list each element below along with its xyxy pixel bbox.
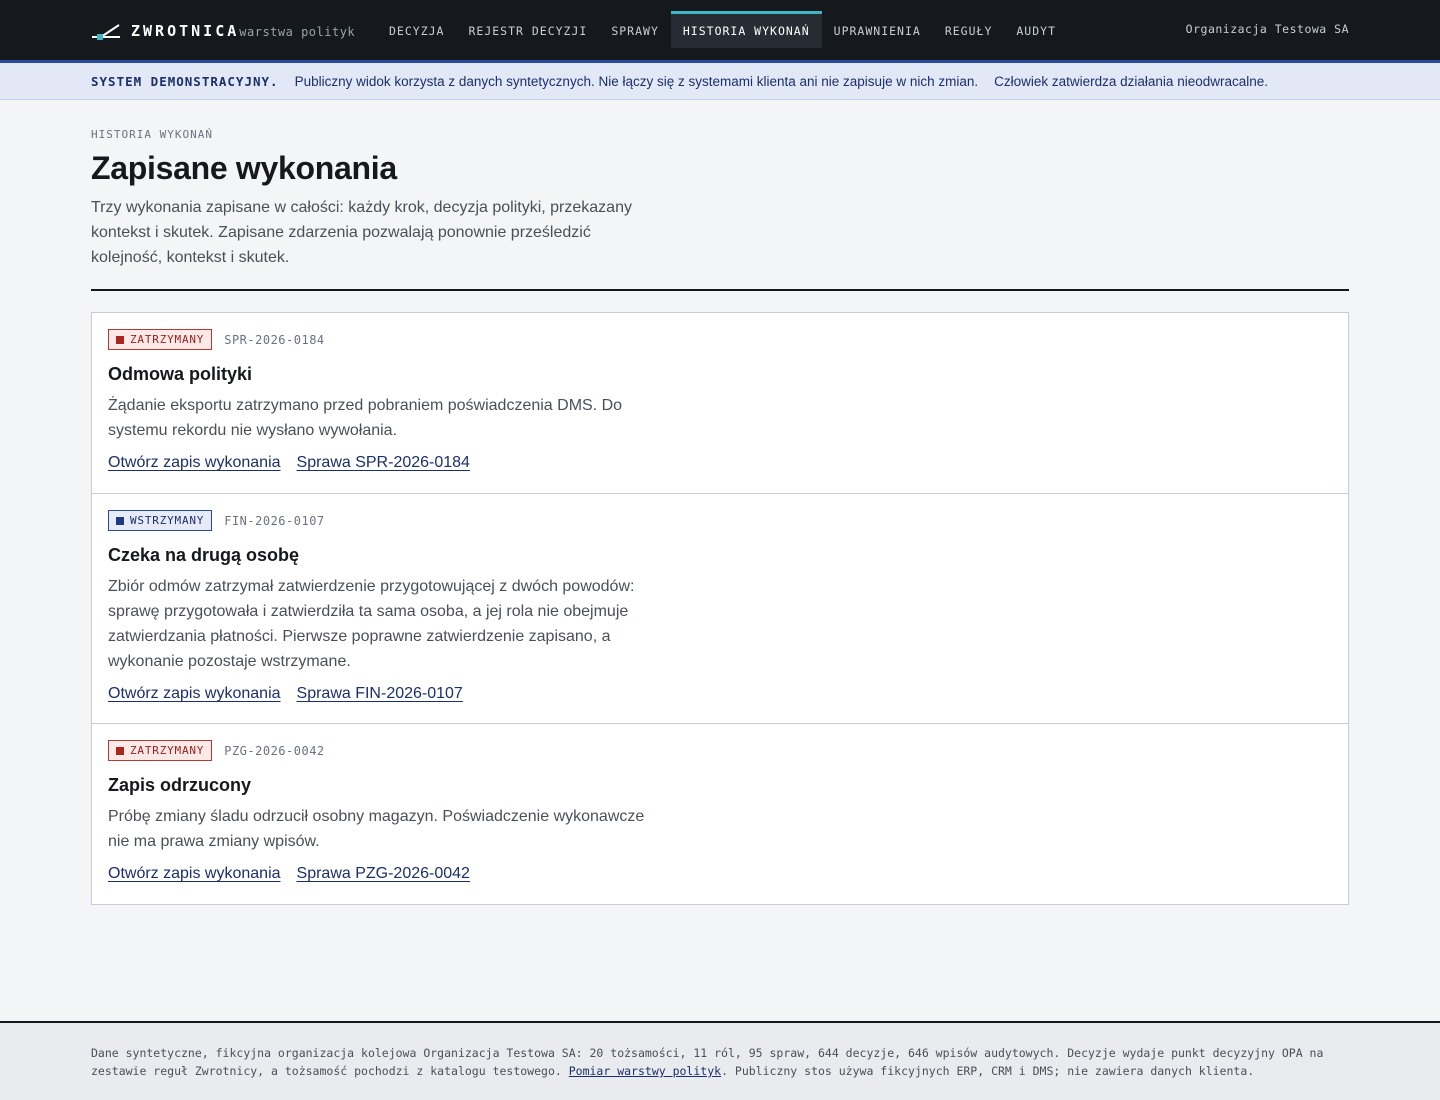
status-badge-label: ZATRZYMANY [130, 333, 205, 346]
run-title: Odmowa polityki [108, 364, 253, 384]
footer-text-outro: . Publiczny stos używa fikcyjnych ERP, C… [721, 1064, 1255, 1078]
nav-item-decyzja[interactable]: DECYZJA [377, 11, 456, 48]
nav-item-historia-wykonan[interactable]: HISTORIA WYKONAŃ [670, 11, 822, 48]
top-navigation-bar: ZWROTNICA warstwa polityk DECYZJA REJEST… [0, 0, 1440, 60]
nav-item-sprawy[interactable]: SPRAWY [599, 11, 671, 48]
nav-item-audyt[interactable]: AUDYT [1004, 11, 1068, 48]
run-card: ZATRZYMANY PZG-2026-0042 Zapis odrzucony… [92, 723, 1348, 904]
page-footer: Dane syntetyczne, fikcyjna organizacja k… [0, 1021, 1440, 1100]
status-badge: ZATRZYMANY [108, 329, 213, 350]
banner-text-approval: Człowiek zatwierdza działania nieodwraca… [994, 73, 1268, 89]
case-id: PZG-2026-0042 [224, 743, 325, 758]
banner-heading: SYSTEM DEMONSTRACYJNY. [91, 73, 279, 89]
case-link[interactable]: Sprawa FIN-2026-0107 [297, 685, 463, 703]
policy-measurement-link[interactable]: Pomiar warstwy polityk [569, 1064, 721, 1078]
track-switch-icon [92, 24, 120, 40]
held-square-icon [116, 516, 124, 525]
runs-list: ZATRZYMANY SPR-2026-0184 Odmowa polityki… [91, 312, 1349, 905]
organization-name: Organizacja Testowa SA [1185, 22, 1349, 36]
header-divider [91, 289, 1349, 291]
run-card: WSTRZYMANY FIN-2026-0107 Czeka na drugą … [92, 493, 1348, 723]
main-nav: DECYZJA REJESTR DECYZJI SPRAWY HISTORIA … [377, 11, 1068, 48]
run-title: Czeka na drugą osobę [108, 545, 300, 565]
run-card: ZATRZYMANY SPR-2026-0184 Odmowa polityki… [92, 313, 1348, 493]
case-id: SPR-2026-0184 [224, 332, 325, 347]
brand-subtitle: warstwa polityk [239, 25, 356, 39]
brand-name: ZWROTNICA [131, 22, 240, 40]
case-link[interactable]: Sprawa PZG-2026-0042 [297, 865, 470, 883]
run-title: Zapis odrzucony [108, 775, 252, 795]
nav-item-uprawnienia[interactable]: UPRAWNIENIA [822, 11, 933, 48]
status-badge: WSTRZYMANY [108, 510, 213, 531]
case-id: FIN-2026-0107 [224, 513, 325, 528]
page-lead: Trzy wykonania zapisane w całości: każdy… [91, 199, 632, 266]
status-badge-label: ZATRZYMANY [130, 744, 205, 757]
open-run-record-link[interactable]: Otwórz zapis wykonania [108, 685, 281, 703]
page-eyebrow: HISTORIA WYKONAŃ [91, 128, 213, 141]
nav-item-rejestr-decyzji[interactable]: REJESTR DECYZJI [456, 11, 599, 48]
case-link[interactable]: Sprawa SPR-2026-0184 [297, 454, 470, 472]
status-badge: ZATRZYMANY [108, 740, 213, 761]
stopped-square-icon [116, 335, 124, 344]
open-run-record-link[interactable]: Otwórz zapis wykonania [108, 454, 281, 472]
run-description: Zbiór odmów zatrzymał zatwierdzenie przy… [108, 578, 635, 670]
nav-item-reguly[interactable]: REGUŁY [933, 11, 1005, 48]
open-run-record-link[interactable]: Otwórz zapis wykonania [108, 865, 281, 883]
stopped-square-icon [116, 746, 124, 755]
run-description: Próbę zmiany śladu odrzucił osobny magaz… [108, 808, 645, 850]
brand[interactable]: ZWROTNICA warstwa polityk [91, 20, 355, 42]
status-badge-label: WSTRZYMANY [130, 514, 205, 527]
footer-text: Dane syntetyczne, fikcyjna organizacja k… [91, 1044, 1331, 1080]
demo-banner: SYSTEM DEMONSTRACYJNY. Publiczny widok k… [0, 60, 1440, 100]
run-description: Żądanie eksportu zatrzymano przed pobran… [108, 397, 623, 439]
page-title: Zapisane wykonania [91, 150, 397, 186]
banner-text: Publiczny widok korzysta z danych syntet… [294, 73, 979, 89]
